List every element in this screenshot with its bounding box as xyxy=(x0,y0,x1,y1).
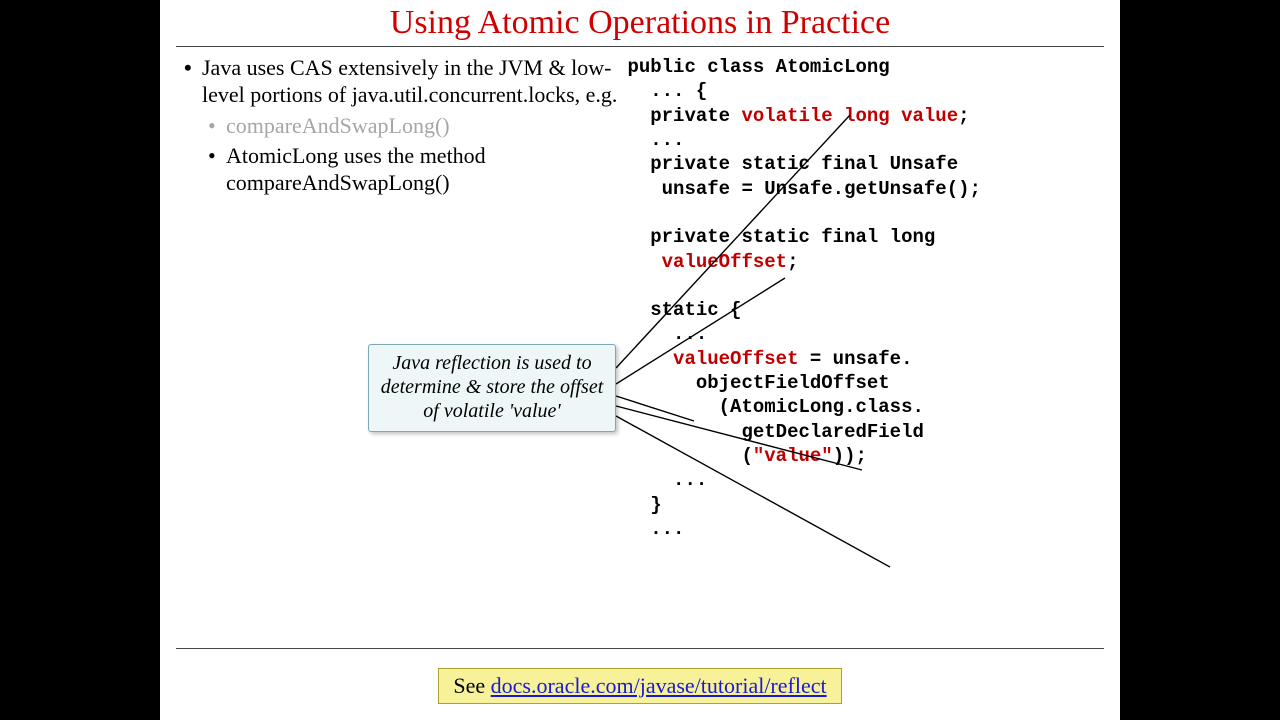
sub-bullet-text: compareAndSwapLong() xyxy=(226,113,450,140)
callout-box: Java reflection is used to determine & s… xyxy=(368,344,616,432)
code-line: } xyxy=(627,494,661,516)
rule-bottom xyxy=(176,648,1104,649)
footer-prefix: See xyxy=(453,673,490,698)
bullet-main-1: • Java uses CAS extensively in the JVM &… xyxy=(184,55,621,109)
footer-link[interactable]: docs.oracle.com/javase/tutorial/reflect xyxy=(491,673,827,698)
sub-bullet-text: AtomicLong uses the method compareAndSwa… xyxy=(226,143,621,197)
sub-bullet-1: • compareAndSwapLong() xyxy=(208,113,621,140)
code-line: objectFieldOffset xyxy=(627,372,889,394)
bullet-dot-icon: • xyxy=(208,143,226,197)
code-line: ... xyxy=(627,469,707,491)
code-line xyxy=(627,251,661,273)
code-line: )); xyxy=(833,445,867,467)
slide-title: Using Atomic Operations in Practice xyxy=(160,0,1120,44)
code-line: ... xyxy=(627,518,684,540)
code-keyword: valueOffset xyxy=(662,251,787,273)
code-line: static { xyxy=(627,299,741,321)
code-line xyxy=(627,348,673,370)
code-line: public class AtomicLong xyxy=(627,56,889,78)
code-line: unsafe = Unsafe.getUnsafe(); xyxy=(627,178,980,200)
bullet-dot-icon: • xyxy=(184,55,202,109)
code-line: private xyxy=(627,105,741,127)
slide: Using Atomic Operations in Practice • Ja… xyxy=(160,0,1120,720)
code-block: public class AtomicLong ... { private vo… xyxy=(621,55,1104,643)
code-keyword: valueOffset xyxy=(673,348,798,370)
footer: See docs.oracle.com/javase/tutorial/refl… xyxy=(160,668,1120,704)
code-line: ... xyxy=(627,129,684,151)
code-line: = unsafe. xyxy=(798,348,912,370)
code-line: ( xyxy=(627,445,752,467)
code-line: private static final Unsafe xyxy=(627,153,958,175)
sub-bullet-2: • AtomicLong uses the method compareAndS… xyxy=(208,143,621,197)
content-area: • Java uses CAS extensively in the JVM &… xyxy=(160,47,1120,643)
bullet-text: Java uses CAS extensively in the JVM & l… xyxy=(202,55,621,109)
code-line: ; xyxy=(787,251,798,273)
code-line: (AtomicLong.class. xyxy=(627,396,923,418)
code-keyword: volatile long value xyxy=(741,105,958,127)
code-string: "value" xyxy=(753,445,833,467)
code-line: ... { xyxy=(627,80,707,102)
code-line: ... xyxy=(627,323,707,345)
code-line: ; xyxy=(958,105,969,127)
bullet-dot-icon: • xyxy=(208,113,226,140)
footer-box: See docs.oracle.com/javase/tutorial/refl… xyxy=(438,668,841,704)
code-line: getDeclaredField xyxy=(627,421,923,443)
code-line: private static final long xyxy=(627,226,935,248)
